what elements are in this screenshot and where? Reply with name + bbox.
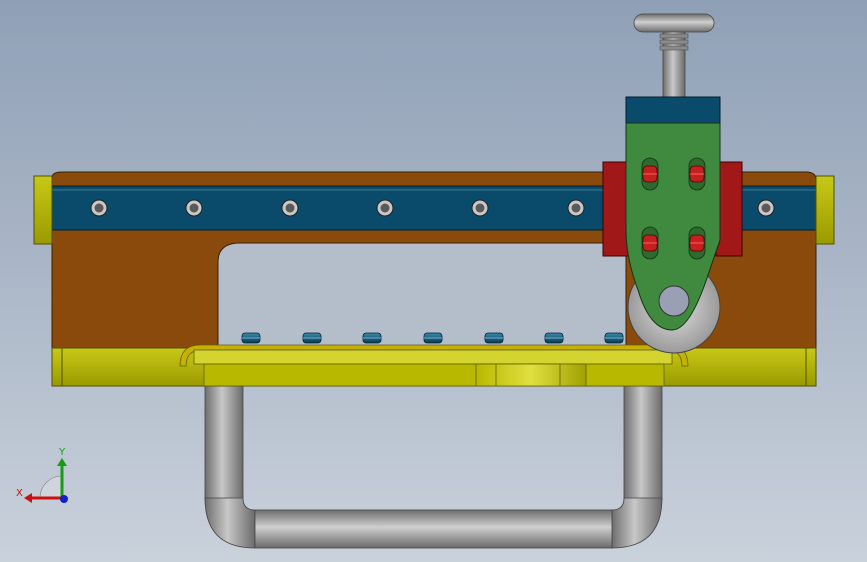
rail-mounting-hole — [376, 199, 394, 217]
base-bolt — [544, 332, 564, 344]
rail-mounting-hole — [471, 199, 489, 217]
y-axis-label: Y — [58, 447, 66, 458]
base-bolt — [362, 332, 382, 344]
carriage-slot-bolt — [641, 226, 659, 260]
base-bolt — [241, 332, 261, 344]
rail-mounting-hole — [567, 199, 585, 217]
rail-mounting-hole — [185, 199, 203, 217]
carriage-slot-bolt — [688, 226, 706, 260]
z-axis-dot — [60, 495, 68, 503]
base-bolt — [604, 332, 624, 344]
rail-mounting-hole — [90, 199, 108, 217]
base-bolt — [484, 332, 504, 344]
end-stop-right[interactable] — [815, 175, 835, 245]
carriage-slot-bolt — [641, 157, 659, 191]
base-bolt — [423, 332, 443, 344]
coordinate-triad: Y X — [16, 447, 68, 503]
end-stop-left[interactable] — [33, 175, 53, 245]
carriage-block-left[interactable] — [602, 161, 630, 257]
u-handle[interactable] — [204, 379, 663, 549]
adjustment-knob[interactable] — [633, 13, 715, 101]
base-bolt — [302, 332, 322, 344]
cad-viewport[interactable]: Y X — [0, 0, 867, 562]
x-axis-label: X — [16, 488, 23, 499]
rail-mounting-hole — [757, 199, 775, 217]
triad-plane — [39, 475, 63, 499]
carriage-slot-bolt — [688, 157, 706, 191]
rail-mounting-hole — [281, 199, 299, 217]
handle-bracket[interactable] — [179, 332, 689, 387]
